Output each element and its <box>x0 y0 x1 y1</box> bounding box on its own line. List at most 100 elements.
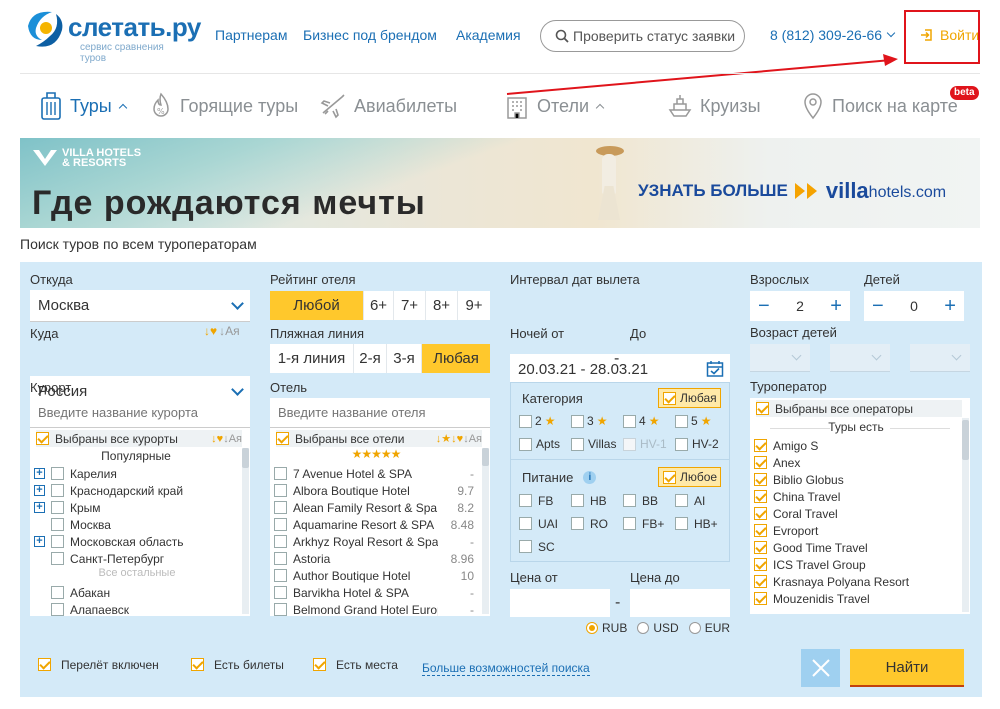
operator-item[interactable]: Good Time Travel <box>754 539 958 556</box>
resort-item[interactable]: + Карелия <box>34 465 240 482</box>
category-option-villas[interactable]: Villas <box>571 437 623 451</box>
tab-tours[interactable]: Туры <box>40 88 127 124</box>
resort-item[interactable]: Москва <box>34 516 240 533</box>
food-option-fb[interactable]: FB <box>519 492 571 509</box>
resort-scrollbar[interactable] <box>242 448 249 614</box>
plus-icon[interactable]: + <box>944 295 956 318</box>
food-option-ro[interactable]: RO <box>571 515 623 532</box>
category-option-apts[interactable]: Apts <box>519 437 571 451</box>
beach-option-2[interactable]: 2-я <box>354 344 387 373</box>
category-option-hv-2[interactable]: HV-2 <box>675 437 727 451</box>
operator-item[interactable]: Anex <box>754 454 958 471</box>
expand-plus-icon[interactable]: + <box>34 468 45 479</box>
operator-item[interactable]: Evroport <box>754 522 958 539</box>
seats-checkbox[interactable]: Есть места <box>313 656 398 673</box>
resort-item[interactable]: Абакан <box>34 584 240 601</box>
food-option-ai[interactable]: AI <box>675 492 727 509</box>
sort-buttons[interactable]: ↓♥ ↓Ая <box>204 324 240 338</box>
hotel-item[interactable]: Author Boutique Hotel 10 <box>274 567 474 584</box>
minus-icon[interactable]: − <box>872 295 884 318</box>
rating-option-any[interactable]: Любой <box>270 291 364 320</box>
calendar-icon[interactable] <box>706 360 724 378</box>
info-icon[interactable]: i <box>583 471 597 484</box>
child-age-select-1[interactable] <box>750 344 810 372</box>
rating-segmented[interactable]: Любой 6+ 7+ 8+ 9+ <box>270 291 490 320</box>
operator-all-checkbox[interactable]: Выбраны все операторы <box>756 400 962 417</box>
resort-item[interactable]: + Московская область <box>34 533 240 550</box>
beach-option-any[interactable]: Любая <box>422 344 490 373</box>
find-button[interactable]: Найти <box>850 649 964 687</box>
beach-segmented[interactable]: 1-я линия 2-я 3-я Любая <box>270 344 490 373</box>
tab-map-search[interactable]: Поиск на карте <box>802 88 958 124</box>
hotel-item[interactable]: Astoria 8.96 <box>274 550 474 567</box>
reset-button[interactable] <box>801 649 840 687</box>
logo[interactable]: слетать.ру сервис сравнения туров <box>22 6 201 64</box>
status-check-button[interactable]: Проверить статус заявки <box>540 20 745 52</box>
currency-radio-usd[interactable]: USD <box>637 621 679 635</box>
children-stepper[interactable]: −0 + <box>864 291 964 321</box>
resort-item[interactable]: + Краснодарский край <box>34 482 240 499</box>
hotel-item[interactable]: Alean Family Resort & Spa 8.2 <box>274 499 474 516</box>
food-option-uai[interactable]: UAI <box>519 515 571 532</box>
expand-plus-icon[interactable]: + <box>34 502 45 513</box>
tab-cruises[interactable]: Круизы <box>668 88 761 124</box>
hotel-item[interactable]: Arkhyz Royal Resort & Spa - <box>274 533 474 550</box>
nav-partners[interactable]: Партнерам <box>215 27 287 43</box>
rating-option-8[interactable]: 8+ <box>426 291 458 320</box>
food-any-checkbox[interactable]: Любое <box>658 467 721 487</box>
beach-option-1[interactable]: 1-я линия <box>270 344 354 373</box>
rating-option-6[interactable]: 6+ <box>364 291 394 320</box>
food-option-hb-plus[interactable]: HB+ <box>675 515 727 532</box>
category-option-5[interactable]: 5 ★ <box>675 414 727 428</box>
operator-item[interactable]: China Travel <box>754 488 958 505</box>
child-age-select-2[interactable] <box>830 344 890 372</box>
hotel-item[interactable]: Aquamarine Resort & SPA 8.48 <box>274 516 474 533</box>
nav-business[interactable]: Бизнес под брендом <box>303 27 437 43</box>
food-option-hb[interactable]: HB <box>571 492 623 509</box>
resort-item[interactable]: + Крым <box>34 499 240 516</box>
minus-icon[interactable]: − <box>758 295 770 318</box>
phone-dropdown[interactable]: 8 (812) 309-26-66 <box>770 27 896 43</box>
tab-hotels[interactable]: Отели <box>505 88 605 124</box>
hotel-search-input[interactable] <box>270 398 490 428</box>
price-from-input[interactable] <box>510 589 610 617</box>
operator-scrollbar[interactable] <box>962 418 969 612</box>
operator-item[interactable]: Coral Travel <box>754 505 958 522</box>
food-option-bb[interactable]: BB <box>623 492 675 509</box>
expand-plus-icon[interactable]: + <box>34 485 45 496</box>
hotel-scrollbar[interactable] <box>482 448 489 614</box>
rating-option-7[interactable]: 7+ <box>394 291 426 320</box>
category-option-2[interactable]: 2 ★ <box>519 414 571 428</box>
price-to-input[interactable] <box>630 589 730 617</box>
tickets-checkbox[interactable]: Есть билеты <box>191 656 284 673</box>
hotel-item[interactable]: Albora Boutique Hotel 9.7 <box>274 482 474 499</box>
ad-banner[interactable]: VILLA HOTELS & RESORTS Где рождаются меч… <box>20 138 980 228</box>
operator-item[interactable]: Amigo S <box>754 437 958 454</box>
from-select[interactable]: Москва <box>30 290 250 322</box>
resort-item[interactable]: Алапаевск <box>34 601 240 616</box>
currency-radio-rub[interactable]: RUB <box>586 621 627 635</box>
category-option-3[interactable]: 3 ★ <box>571 414 623 428</box>
operator-item[interactable]: ICS Travel Group <box>754 556 958 573</box>
sort-icons[interactable]: ↓♥↓Ая <box>211 433 242 445</box>
more-options-link[interactable]: Больше возможностей поиска <box>422 661 590 676</box>
tab-flights[interactable]: Авиабилеты <box>320 88 457 124</box>
hotel-item[interactable]: Barvikha Hotel & SPA - <box>274 584 474 601</box>
resort-search-input[interactable] <box>30 398 250 428</box>
tab-hot-tours[interactable]: % Горящие туры <box>150 88 298 124</box>
adults-stepper[interactable]: −2 + <box>750 291 850 321</box>
hotel-all-checkbox[interactable]: Выбраны все отели ↓★↓♥↓Ая <box>276 430 482 447</box>
operator-item[interactable]: Biblio Globus <box>754 471 958 488</box>
food-option-fb-plus[interactable]: FB+ <box>623 515 675 532</box>
operator-item[interactable]: Krasnaya Polyana Resort <box>754 573 958 590</box>
resort-item[interactable]: Санкт-Петербург <box>34 550 240 567</box>
plus-icon[interactable]: + <box>830 295 842 318</box>
nav-academy[interactable]: Академия <box>456 27 521 43</box>
sort-icons[interactable]: ↓★↓♥↓Ая <box>436 432 482 445</box>
child-age-select-3[interactable] <box>910 344 970 372</box>
currency-radio-eur[interactable]: EUR <box>688 621 730 635</box>
rating-option-9[interactable]: 9+ <box>458 291 490 320</box>
category-option-4[interactable]: 4 ★ <box>623 414 675 428</box>
category-any-checkbox[interactable]: Любая <box>658 388 721 408</box>
flight-included-checkbox[interactable]: Перелёт включен <box>38 656 159 673</box>
